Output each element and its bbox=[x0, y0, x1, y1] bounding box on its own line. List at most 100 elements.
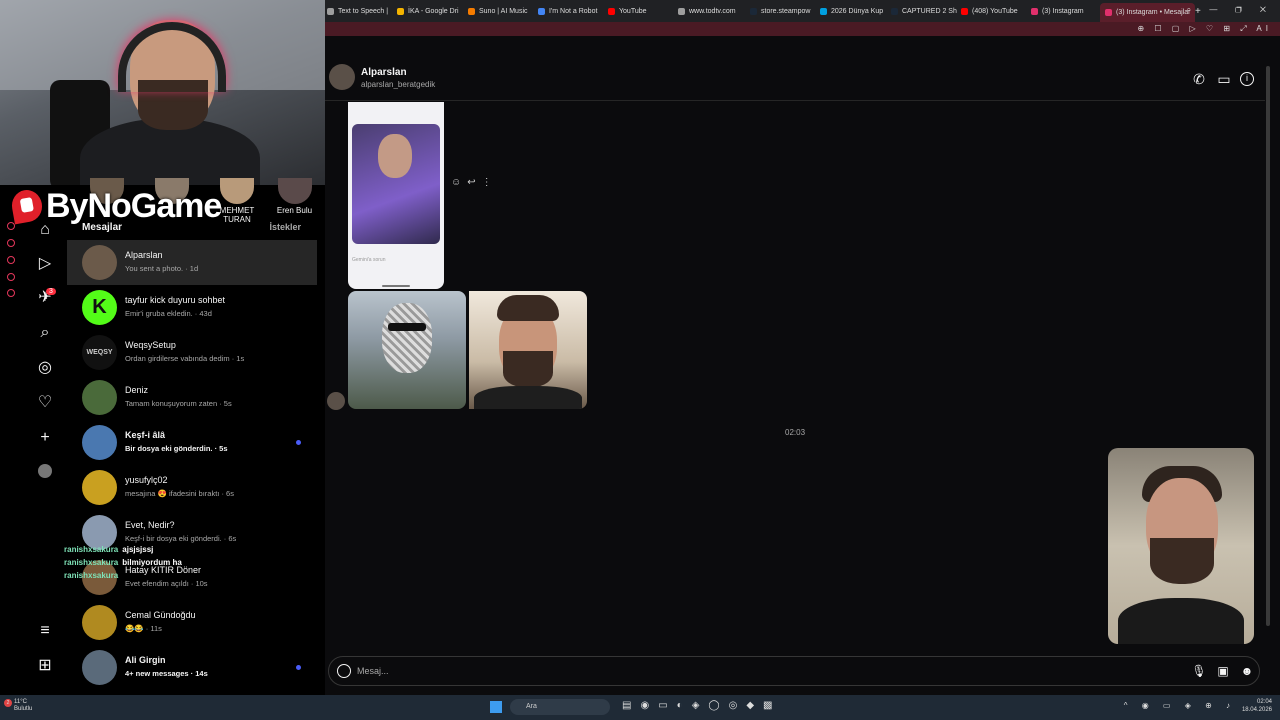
conversation-avatar bbox=[82, 245, 117, 280]
chat-message: ajsjsjssj bbox=[122, 545, 154, 554]
video-call-icon[interactable]: ▭ bbox=[1215, 70, 1233, 88]
tab-label: Suno | AI Music bbox=[479, 7, 528, 15]
search-icon[interactable]: ⌕ bbox=[36, 324, 54, 342]
react-icon[interactable]: ☺ bbox=[451, 177, 467, 188]
conversation-item[interactable]: Alparslan You sent a photo. · 1d bbox=[67, 240, 317, 285]
system-tray[interactable]: ^ ◉ ▭ ◈ ⊕ ♪ bbox=[1124, 701, 1236, 710]
taskbar-app-icon[interactable]: ▩ bbox=[763, 700, 781, 711]
received-screenshot[interactable]: Gemini'a sorun bbox=[348, 102, 444, 289]
threads-icon[interactable]: ⊞ bbox=[36, 657, 54, 675]
received-photo[interactable] bbox=[348, 291, 466, 409]
tab-favicon bbox=[468, 7, 475, 15]
more-icon[interactable]: ⋮ bbox=[482, 177, 498, 188]
avatar-text: WEQSY bbox=[86, 349, 113, 356]
heart-icon[interactable]: ♡ bbox=[36, 394, 54, 412]
sender-avatar[interactable] bbox=[327, 392, 345, 410]
taskbar-app-icon[interactable]: ◉ bbox=[640, 700, 658, 711]
edge-icon[interactable]: ◐ bbox=[677, 700, 692, 711]
chat-user: ranishxsakura bbox=[64, 558, 119, 567]
conversation-preview: Tamam konuşuyorum zaten · 5s bbox=[125, 399, 232, 408]
conversation-avatar: K bbox=[82, 290, 117, 325]
streamer-webcam bbox=[0, 0, 325, 185]
sticker-icon[interactable]: ☻ bbox=[1239, 663, 1255, 679]
browser-tab[interactable]: Suno | AI Music bbox=[468, 4, 528, 18]
conversation-item[interactable]: yusufylç02 mesajına 😍 ifadesini bıraktı ·… bbox=[67, 465, 317, 510]
explore-icon[interactable]: ◎ bbox=[36, 359, 54, 377]
info-icon[interactable]: i bbox=[1240, 72, 1254, 86]
sidebar-app-icon[interactable] bbox=[7, 289, 15, 297]
sidebar-app-icon[interactable] bbox=[7, 256, 15, 264]
conversation-list: Alparslan You sent a photo. · 1d Ktayfur k… bbox=[67, 240, 317, 695]
contact-avatar[interactable] bbox=[329, 64, 355, 90]
tab-label: Text to Speech | bbox=[338, 7, 389, 15]
taskbar-search-label: Ara bbox=[526, 703, 537, 710]
tab-label: İKA - Google Dri bbox=[408, 7, 459, 15]
browser-tab[interactable]: 2026 Dünya Kup bbox=[820, 4, 883, 18]
scrollbar[interactable] bbox=[1266, 66, 1270, 626]
conversation-item[interactable]: Cemal Gündoğdu 😂😂 · 11s bbox=[67, 600, 317, 645]
tab-favicon bbox=[1031, 7, 1038, 15]
requests-link[interactable]: İstekler bbox=[269, 222, 301, 232]
menu-icon[interactable]: ≡ bbox=[36, 622, 54, 640]
browser-tab[interactable]: store.steampow bbox=[750, 4, 810, 18]
toolbar-icons[interactable]: ⊕ ☐ ▢ ▷ ♡ ⊞ ⤢ AI bbox=[1137, 24, 1272, 34]
sidebar-app-icon[interactable] bbox=[7, 239, 15, 247]
browser-tab[interactable]: (408) YouTube bbox=[961, 4, 1018, 18]
sent-photo[interactable] bbox=[1108, 448, 1254, 644]
opera-icon[interactable]: ◯ bbox=[708, 700, 728, 711]
conversation-preview: Keşf-i bir dosya eki gönderdi. · 6s bbox=[125, 534, 237, 543]
tab-label: (408) YouTube bbox=[972, 7, 1018, 15]
profile-avatar[interactable] bbox=[38, 464, 52, 478]
phone-call-icon[interactable]: ✆ bbox=[1190, 70, 1208, 88]
windows-start-icon[interactable] bbox=[490, 701, 502, 713]
message-timestamp: 02:03 bbox=[785, 428, 806, 437]
image-upload-icon[interactable]: ▣ bbox=[1215, 663, 1231, 679]
story-item[interactable]: Eren Bulu bbox=[272, 178, 317, 215]
conversation-item[interactable]: Deniz Tamam konuşuyorum zaten · 5s bbox=[67, 375, 317, 420]
browser-tab[interactable]: (3) Instagram • Mesajlar bbox=[1100, 3, 1196, 22]
tab-favicon bbox=[820, 7, 827, 15]
browser-tab[interactable]: İKA - Google Dri bbox=[397, 4, 459, 18]
emoji-icon[interactable]: ☺ bbox=[337, 664, 351, 678]
taskbar-app-icon[interactable]: ▤ bbox=[622, 700, 640, 711]
conversation-item[interactable]: Ali Girgin 4+ new messages · 14s bbox=[67, 645, 317, 690]
reels-icon[interactable]: ▷ bbox=[36, 255, 54, 273]
conversation-item[interactable]: Ktayfur kick duyuru sohbet Emir'i gruba e… bbox=[67, 285, 317, 330]
unread-dot bbox=[296, 440, 301, 445]
browser-tab[interactable]: YouTube bbox=[608, 4, 647, 18]
unread-dot bbox=[296, 665, 301, 670]
create-icon[interactable]: + bbox=[36, 429, 54, 447]
window-controls[interactable]: ⌕ — ❐ ✕ bbox=[1187, 5, 1274, 15]
folder-icon[interactable]: ▭ bbox=[658, 700, 676, 711]
tab-favicon bbox=[327, 7, 334, 15]
sidebar-app-icon[interactable] bbox=[7, 273, 15, 281]
taskbar-search[interactable]: Ara bbox=[510, 699, 610, 715]
browser-tab[interactable]: CAPTURED 2 Sh bbox=[891, 4, 957, 18]
message-composer: ☺ 🎙 ▣ ☻ bbox=[328, 656, 1260, 686]
received-photo[interactable] bbox=[469, 291, 587, 409]
contact-name[interactable]: Alparslan bbox=[361, 67, 407, 78]
weather-widget[interactable]: 2 11°C Bulutlu bbox=[4, 699, 33, 713]
taskbar-app-icon[interactable]: ◈ bbox=[692, 700, 709, 711]
browser-tab[interactable]: Text to Speech | bbox=[327, 4, 388, 18]
browser-tab[interactable]: (3) Instagram bbox=[1031, 4, 1084, 18]
conversation-item[interactable]: WEQSY WeqsySetup Ordan girdilerse vabında … bbox=[67, 330, 317, 375]
reply-icon[interactable]: ↩ bbox=[467, 177, 481, 188]
microphone-icon[interactable]: 🎙 bbox=[1191, 663, 1207, 679]
taskbar-app-icon[interactable]: ◆ bbox=[746, 700, 763, 711]
conversation-avatar bbox=[82, 425, 117, 460]
conversation-name: Evet, Nedir? bbox=[125, 520, 175, 530]
message-input[interactable] bbox=[357, 663, 1057, 679]
browser-tab[interactable]: I'm Not a Robot bbox=[538, 4, 597, 18]
conversation-avatar: WEQSY bbox=[82, 335, 117, 370]
tab-favicon bbox=[891, 7, 898, 15]
conversation-item[interactable]: Keşf-i âlâ Bir dosya eki gönderdin. · 5s bbox=[67, 420, 317, 465]
stream-chat-overlay: ranishxsakura ajsjsjssj ranishxsakura bilm… bbox=[64, 543, 224, 582]
story-name: Eren Bulu bbox=[276, 206, 313, 215]
system-clock[interactable]: 02:04 18.04.2026 bbox=[1242, 698, 1272, 714]
discord-icon[interactable]: ◎ bbox=[729, 700, 747, 711]
bynogame-logo-mark bbox=[9, 187, 45, 225]
weather-desc: Bulutlu bbox=[14, 706, 33, 712]
tab-favicon bbox=[538, 7, 545, 15]
browser-tab[interactable]: www.todtv.com bbox=[678, 4, 736, 18]
